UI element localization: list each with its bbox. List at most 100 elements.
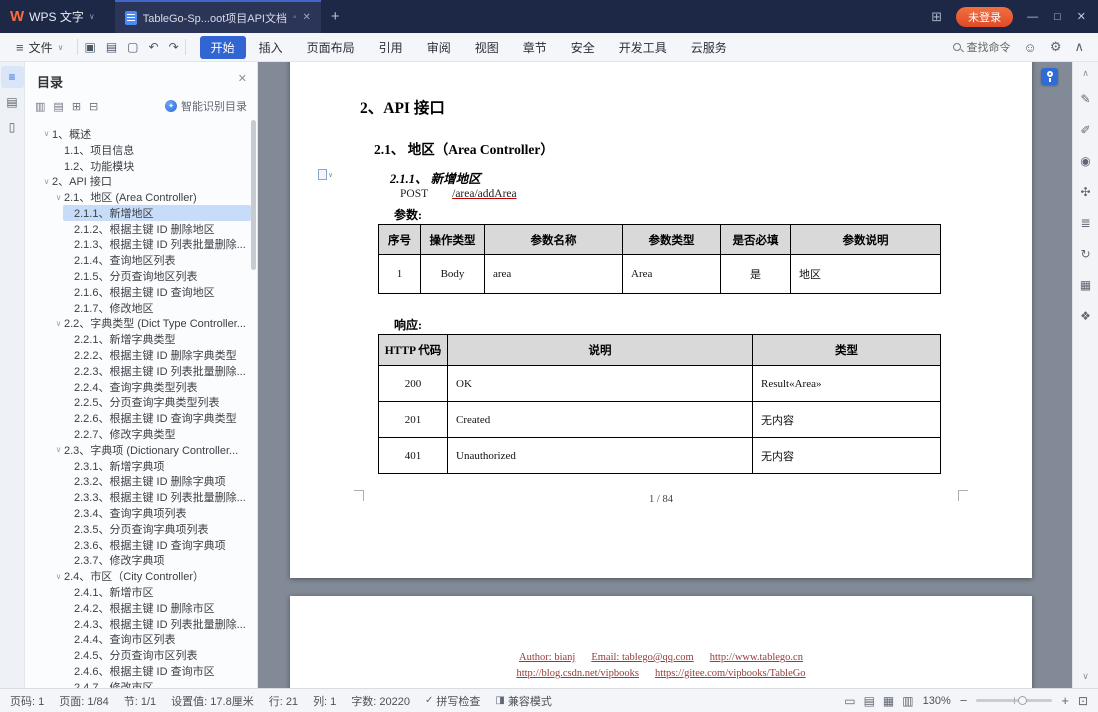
history-icon[interactable]: ↻ <box>1076 244 1096 264</box>
scroll-up-icon[interactable]: ∧ <box>1082 68 1089 79</box>
zoom-out-button[interactable]: − <box>960 693 968 708</box>
ribbon-tab-8[interactable]: 开发工具 <box>608 36 678 59</box>
doc-link[interactable]: Email: tablego@qq.com <box>591 652 693 663</box>
ribbon-tab-9[interactable]: 云服务 <box>680 36 738 59</box>
toc-item[interactable]: 2.3.4、查询字典项列表 <box>63 505 251 521</box>
toc-item[interactable]: 2.3.5、分页查询字典项列表 <box>63 521 251 537</box>
toc-item[interactable]: 1.2、功能模块 <box>53 158 251 174</box>
qr-grid-icon[interactable]: ▦ <box>1076 275 1096 295</box>
toc-item[interactable]: 2.1.7、修改地区 <box>63 300 251 316</box>
minimize-button[interactable]: — <box>1027 11 1038 23</box>
login-button[interactable]: 未登录 <box>956 6 1014 27</box>
ribbon-tab-4[interactable]: 审阅 <box>416 36 462 59</box>
ribbon-tab-6[interactable]: 章节 <box>512 36 558 59</box>
toc-item[interactable]: 2.3.3、根据主键 ID 列表批量删除... <box>63 489 251 505</box>
toc-item[interactable]: 2.4.3、根据主键 ID 列表批量删除... <box>63 616 251 632</box>
toc-list-icon[interactable]: ▤ <box>53 100 63 113</box>
toc-item[interactable]: 2.1.4、查询地区列表 <box>63 252 251 268</box>
toc-item[interactable]: 2.2.5、分页查询字典类型列表 <box>63 395 251 411</box>
redo-icon[interactable]: ↷ <box>169 40 179 54</box>
translate-icon[interactable]: ✣ <box>1076 182 1096 202</box>
margin-note-icon[interactable]: ∨ <box>318 169 333 180</box>
toc-item[interactable]: 2.1.5、分页查询地区列表 <box>63 268 251 284</box>
toc-item[interactable]: 2.2.4、查询字典类型列表 <box>63 379 251 395</box>
doc-link[interactable]: https://gitee.com/vipbooks/TableGo <box>655 668 806 679</box>
toc-item[interactable]: 1.1、项目信息 <box>53 142 251 158</box>
toc-item[interactable]: 2.2.2、根据主键 ID 删除字典类型 <box>63 347 251 363</box>
toc-item[interactable]: 2.2.3、根据主键 ID 列表批量删除... <box>63 363 251 379</box>
new-tab-button[interactable]: + <box>331 8 340 25</box>
outline-icon[interactable]: ≣ <box>1076 213 1096 233</box>
document-page-1[interactable]: 2、API 接口 2.1、 地区（Area Controller） 2.1.1、… <box>290 62 1032 578</box>
thumbnails-strip-icon[interactable]: ▤ <box>1 91 24 113</box>
doc-link[interactable]: http://blog.csdn.net/vipbooks <box>516 668 639 679</box>
document-page-2[interactable]: Author: bianj Email: tablego@qq.com http:/… <box>290 596 1032 688</box>
toc-item[interactable]: 2.2.7、修改字典类型 <box>63 426 251 442</box>
toc-item[interactable]: 2.2.6、根据主键 ID 查询字典类型 <box>63 410 251 426</box>
toc-item[interactable]: 2.1.1、新增地区 <box>63 204 251 221</box>
doc-link[interactable]: http://www.tablego.cn <box>710 652 803 663</box>
fit-page-icon[interactable]: ⊡ <box>1078 694 1088 708</box>
print-preview-icon[interactable]: ▢ <box>127 40 138 54</box>
toc-item[interactable]: 2.3.2、根据主键 ID 删除字典项 <box>63 474 251 490</box>
save-icon[interactable]: ▣ <box>84 40 95 54</box>
toc-item[interactable]: 2.4.5、分页查询市区列表 <box>63 647 251 663</box>
toc-item[interactable]: 2.4.4、查询市区列表 <box>63 632 251 648</box>
document-tab[interactable]: TableGo-Sp...oot项目API文档 ◦ ✕ <box>114 0 321 33</box>
ribbon-tab-0[interactable]: 开始 <box>199 35 246 59</box>
maximize-button[interactable]: □ <box>1054 11 1061 23</box>
toc-item[interactable]: ∨ 2.1、地区 (Area Controller) <box>53 189 251 205</box>
print-icon[interactable]: ▤ <box>106 40 117 54</box>
ribbon-tab-3[interactable]: 引用 <box>368 36 414 59</box>
seal-icon[interactable]: ◉ <box>1076 151 1096 171</box>
share-icon[interactable]: ❖ <box>1076 306 1096 326</box>
tab-close-icon[interactable]: ✕ <box>303 12 311 23</box>
toc-item[interactable]: 2.3.6、根据主键 ID 查询字典项 <box>63 537 251 553</box>
expand-all-icon[interactable]: ⊞ <box>72 100 81 113</box>
feedback-emoji-icon[interactable]: ☺ <box>1024 40 1037 55</box>
toc-item[interactable]: ∨ 2、API 接口 <box>41 173 251 189</box>
scroll-down-icon[interactable]: ∨ <box>1082 671 1089 682</box>
print-layout-icon[interactable]: ▤ <box>864 694 875 708</box>
comment-pen-icon[interactable]: ✎ <box>1076 89 1096 109</box>
toc-level-icon[interactable]: ▥ <box>35 100 45 113</box>
collapse-all-icon[interactable]: ⊟ <box>89 100 98 113</box>
pin-icon[interactable]: ◦ <box>293 12 297 23</box>
settings-gear-icon[interactable]: ⚙ <box>1050 39 1062 55</box>
toc-item[interactable]: 2.1.3、根据主键 ID 列表批量删除... <box>63 237 251 253</box>
ribbon-tab-7[interactable]: 安全 <box>560 36 606 59</box>
toc-item[interactable]: 2.4.7、修改市区 <box>63 679 251 688</box>
zoom-in-button[interactable]: + <box>1061 693 1069 708</box>
toc-item[interactable]: ∨ 2.2、字典类型 (Dict Type Controller... <box>53 316 251 332</box>
toc-item[interactable]: ∨ 2.4、市区（City Controller） <box>53 568 251 584</box>
toc-locate-pin-button[interactable] <box>1041 68 1058 85</box>
toc-item[interactable]: 2.4.2、根据主键 ID 删除市区 <box>63 600 251 616</box>
collapse-ribbon-icon[interactable]: ∧ <box>1074 39 1084 55</box>
toc-item[interactable]: 2.2.1、新增字典类型 <box>63 331 251 347</box>
undo-icon[interactable]: ↶ <box>149 40 159 54</box>
toc-item[interactable]: 2.1.6、根据主键 ID 查询地区 <box>63 284 251 300</box>
read-mode-icon[interactable]: ▭ <box>844 694 855 708</box>
toc-item[interactable]: ∨ 2.3、字典项 (Dictionary Controller... <box>53 442 251 458</box>
toc-close-icon[interactable]: ✕ <box>238 72 247 85</box>
spellcheck-status[interactable]: ✓ 拼写检查 <box>425 693 480 709</box>
toc-item[interactable]: ∨ 1、概述 <box>41 126 251 142</box>
ribbon-tab-5[interactable]: 视图 <box>464 36 510 59</box>
bookmarks-strip-icon[interactable]: ▯ <box>1 116 24 138</box>
toc-item[interactable]: 2.3.1、新增字典项 <box>63 458 251 474</box>
workspace-grid-icon[interactable]: ⊞ <box>931 9 942 25</box>
toc-item[interactable]: 2.3.7、修改字典项 <box>63 553 251 569</box>
toc-item[interactable]: 2.4.6、根据主键 ID 查询市区 <box>63 663 251 679</box>
doc-link[interactable]: Author: bianj <box>519 652 575 663</box>
select-tool-icon[interactable]: ✐ <box>1076 120 1096 140</box>
close-button[interactable]: ✕ <box>1077 10 1086 23</box>
outline-view-icon[interactable]: ▥ <box>902 694 913 708</box>
toc-scrollbar[interactable] <box>251 120 256 270</box>
smart-toc-button[interactable]: ✦ 智能识别目录 <box>165 98 247 114</box>
file-menu-button[interactable]: ≡ 文件 ∨ <box>8 39 71 56</box>
toc-item[interactable]: 2.1.2、根据主键 ID 删除地区 <box>63 221 251 237</box>
app-menu[interactable]: W WPS 文字 ∨ <box>0 8 105 25</box>
zoom-slider-thumb[interactable] <box>1018 695 1028 705</box>
command-search[interactable]: 查找命令 <box>952 39 1011 55</box>
toc-item[interactable]: 2.4.1、新增市区 <box>63 584 251 600</box>
